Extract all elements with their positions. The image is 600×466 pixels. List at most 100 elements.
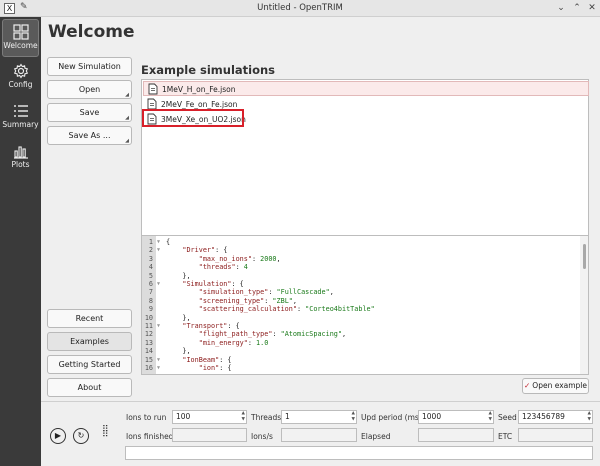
document-icon xyxy=(148,83,158,95)
main-content: Welcome New Simulation Open ◢ Save ◢ Save … xyxy=(41,17,600,401)
fold-arrow-icon[interactable]: ▼ xyxy=(157,364,160,372)
about-button[interactable]: About xyxy=(47,378,132,397)
fold-arrow-icon[interactable]: ▼ xyxy=(157,322,160,330)
spinner-arrows-icon[interactable]: ▲ ▼ xyxy=(352,411,355,422)
threads-input[interactable]: 1 ▲ ▼ xyxy=(281,410,357,424)
code-text: { xyxy=(166,238,171,246)
seed-value: 123456789 xyxy=(522,412,565,421)
dropdown-arrow-icon: ◢ xyxy=(125,92,129,98)
examples-title: Example simulations xyxy=(141,63,276,77)
bar-chart-icon xyxy=(13,146,28,159)
code-text: "threads": 4 xyxy=(198,263,248,272)
ions-to-run-input[interactable]: 100 ▲ ▼ xyxy=(172,410,247,424)
recent-button[interactable]: Recent xyxy=(47,309,132,328)
gear-icon xyxy=(13,63,28,79)
examples-list: 1MeV_H_on_Fe.json 2MeV_Fe_on_Fe.json 3Me… xyxy=(141,79,589,238)
save-button-label: Save xyxy=(79,108,100,117)
upd-period-input[interactable]: 1000 ▲ ▼ xyxy=(418,410,494,424)
sidebar-item-label: Welcome xyxy=(3,41,38,50)
line-number: 2 xyxy=(148,246,153,255)
code-text: "IonBeam": { xyxy=(182,355,232,364)
code-text: "simulation_type": "FullCascade", xyxy=(198,288,334,297)
grid-icon xyxy=(12,24,29,40)
code-text: "Transport": { xyxy=(182,322,240,330)
spinner-arrows-icon[interactable]: ▲ ▼ xyxy=(588,411,591,422)
line-number: 15 xyxy=(144,355,153,364)
line-number: 9 xyxy=(148,305,153,314)
code-text: "Simulation": { xyxy=(182,280,244,288)
save-as-button-label: Save As ... xyxy=(68,131,111,140)
etc-field xyxy=(518,428,593,442)
progress-bar xyxy=(125,446,593,460)
ions-per-s-field xyxy=(281,428,357,442)
examples-button[interactable]: Examples xyxy=(47,332,132,351)
getting-started-button[interactable]: Getting Started xyxy=(47,355,132,374)
sidebar-item-label: Plots xyxy=(11,160,30,169)
open-button[interactable]: Open ◢ xyxy=(47,80,132,99)
open-button-label: Open xyxy=(78,85,101,94)
highlight-annotation xyxy=(142,109,244,127)
line-number: 8 xyxy=(148,296,153,305)
sidebar-item-label: Config xyxy=(8,80,33,89)
spinner-arrows-icon[interactable]: ▲ ▼ xyxy=(489,411,492,422)
ions-to-run-label: Ions to run xyxy=(126,413,167,422)
new-simulation-button[interactable]: New Simulation xyxy=(47,57,132,76)
sidebar-item-label: Summary xyxy=(2,120,39,129)
spinner-arrows-icon[interactable]: ▲ ▼ xyxy=(242,411,245,422)
threads-value: 1 xyxy=(285,412,290,421)
line-number: 12 xyxy=(144,330,153,339)
code-text: }, xyxy=(166,271,191,280)
line-number: 4 xyxy=(148,263,153,272)
sidebar-item-config[interactable]: Config xyxy=(2,59,39,97)
save-as-button[interactable]: Save As ... ◢ xyxy=(47,126,132,145)
sidebar-item-welcome[interactable]: Welcome xyxy=(2,19,39,57)
code-text: "Driver": { xyxy=(182,246,228,255)
upd-period-label: Upd period (ms) xyxy=(361,413,422,422)
seed-label: Seed xyxy=(498,413,517,422)
ions-finished-field xyxy=(172,428,247,442)
sidebar: Welcome Config Summary Plots xyxy=(0,17,41,466)
fold-arrow-icon[interactable]: ▼ xyxy=(157,356,160,364)
scrollbar-thumb[interactable] xyxy=(583,244,586,269)
line-number: 7 xyxy=(148,288,153,297)
fold-arrow-icon[interactable]: ▼ xyxy=(157,238,160,246)
save-button[interactable]: Save ◢ xyxy=(47,103,132,122)
code-text: }, xyxy=(166,347,191,356)
ions-per-s-label: Ions/s xyxy=(251,432,273,441)
ions-finished-label: Ions finished xyxy=(126,432,174,441)
line-number: 16 xyxy=(144,364,153,372)
page-title: Welcome xyxy=(48,22,135,42)
threads-label: Threads xyxy=(251,413,282,422)
window-title: Untitled - OpenTRIM xyxy=(257,3,343,13)
fold-arrow-icon[interactable]: ▼ xyxy=(157,280,160,288)
code-text: "max_no_ions": 2000, xyxy=(198,254,281,263)
code-text: "scattering_calculation": "Corteo4bitTab… xyxy=(198,305,375,314)
line-number: 13 xyxy=(144,338,153,347)
open-example-button[interactable]: ✓ Open example xyxy=(522,378,589,394)
code-text: "flight_path_type": "AtomicSpacing", xyxy=(198,330,347,339)
dropdown-arrow-icon: ◢ xyxy=(125,115,129,121)
code-text: "ion": { xyxy=(198,364,232,372)
close-button[interactable]: ✕ xyxy=(586,2,598,14)
minimize-button[interactable]: ⌄ xyxy=(555,2,567,14)
run-panel: ▶ ↻ ⠿ ⠿ Ions to run 100 ▲ ▼ Threads 1 ▲ ▼ Upd… xyxy=(41,401,600,466)
list-item[interactable]: 1MeV_H_on_Fe.json xyxy=(143,81,589,96)
line-number: 14 xyxy=(144,347,153,356)
json-editor[interactable]: 1 ▼ {2 ▼ "Driver": {3 "max_no_ions": 2000, 4… xyxy=(141,235,589,375)
fold-arrow-icon[interactable]: ▼ xyxy=(157,246,160,254)
editor-scrollbar[interactable] xyxy=(580,236,588,374)
line-number: 1 xyxy=(148,238,153,246)
reset-button[interactable]: ↻ xyxy=(73,428,89,444)
sidebar-item-summary[interactable]: Summary xyxy=(2,99,39,137)
drag-handle-icon[interactable]: ⠿ ⠿ xyxy=(102,426,109,440)
code-text: "screening_type": "ZBL", xyxy=(198,296,297,305)
line-number: 11 xyxy=(144,322,153,330)
check-icon: ✓ xyxy=(524,381,531,390)
dropdown-arrow-icon: ◢ xyxy=(125,138,129,144)
seed-input[interactable]: 123456789 ▲ ▼ xyxy=(518,410,593,424)
maximize-button[interactable]: ⌃ xyxy=(571,2,583,14)
play-button[interactable]: ▶ xyxy=(50,428,66,444)
line-number: 6 xyxy=(148,280,153,288)
open-example-label: Open example xyxy=(532,381,587,390)
sidebar-item-plots[interactable]: Plots xyxy=(2,139,39,177)
